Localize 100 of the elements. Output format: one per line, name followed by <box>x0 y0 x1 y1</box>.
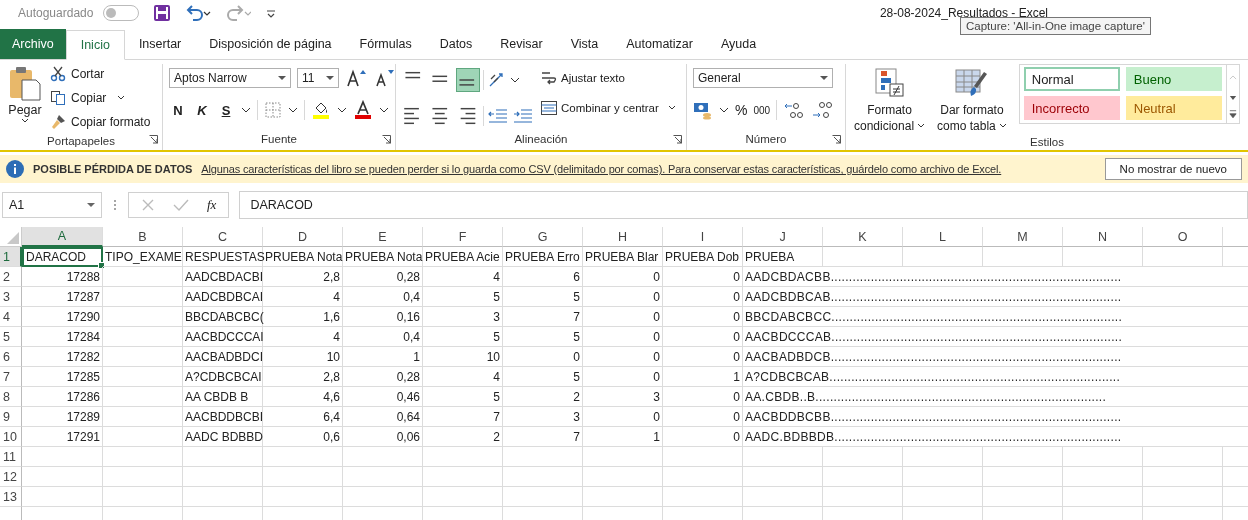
cut-button[interactable]: Cortar <box>50 64 151 84</box>
column-header[interactable]: H <box>583 227 663 247</box>
format-painter-button[interactable]: Copiar formato <box>50 112 151 132</box>
dialog-launcher-icon[interactable] <box>149 135 158 144</box>
dialog-launcher-icon[interactable] <box>382 135 391 144</box>
dialog-launcher-icon[interactable] <box>832 135 841 144</box>
tooltip: Capture: 'All-in-One image capture' <box>960 17 1151 35</box>
column-header[interactable]: J <box>743 227 823 247</box>
bold-button[interactable]: N <box>169 102 187 118</box>
dialog-launcher-icon[interactable] <box>673 135 682 144</box>
merge-cells-icon <box>540 99 558 117</box>
merge-center-button[interactable]: Combinar y centrar <box>540 98 676 118</box>
undo-icon[interactable] <box>185 4 212 22</box>
ribbon-tab[interactable]: Ayuda <box>707 29 771 59</box>
cell-style-option[interactable]: Neutral <box>1125 96 1222 120</box>
table-cell: AADCBDBCAI <box>183 287 263 307</box>
align-icon[interactable] <box>456 68 480 92</box>
checkmark-icon[interactable] <box>173 198 189 212</box>
table-cell: PRUEBA Blar <box>583 247 663 267</box>
number-format-dropdown[interactable]: General <box>693 68 833 88</box>
row-header[interactable]: 6 <box>0 347 22 367</box>
caret-icon[interactable] <box>288 107 298 113</box>
ribbon-tab[interactable]: Inicio <box>65 30 125 60</box>
caret-icon[interactable] <box>719 107 729 113</box>
currency-icon[interactable] <box>693 100 713 120</box>
drag-handle-icon[interactable] <box>112 198 118 212</box>
conditional-format-button[interactable]: Formato condicional <box>852 64 928 134</box>
row-header[interactable]: 7 <box>0 367 22 387</box>
font-name-dropdown[interactable]: Aptos Narrow <box>169 68 291 88</box>
table-cell: 0 <box>663 347 743 367</box>
caret-icon[interactable] <box>337 107 347 113</box>
row-header[interactable]: 4 <box>0 307 22 327</box>
font-size-dropdown[interactable]: 11 <box>297 68 339 88</box>
ribbon-tab[interactable]: Fórmulas <box>345 29 426 59</box>
row-header[interactable]: 13 <box>0 487 22 507</box>
column-header[interactable]: I <box>663 227 743 247</box>
font-color-icon[interactable] <box>353 100 373 120</box>
dismiss-button[interactable]: No mostrar de nuevo <box>1104 158 1242 180</box>
caret-icon[interactable] <box>241 107 251 113</box>
column-header[interactable]: K <box>823 227 903 247</box>
decrease-decimal-icon[interactable] <box>811 100 834 120</box>
table-cell: 0 <box>583 367 663 387</box>
increase-decimal-icon[interactable] <box>783 100 806 120</box>
formula-field[interactable]: DARACOD <box>239 191 1248 219</box>
copy-button[interactable]: Copiar <box>50 88 151 108</box>
table-cell: 5 <box>423 287 503 307</box>
cell-style-option[interactable]: Bueno <box>1125 67 1222 91</box>
ribbon-tab[interactable]: Datos <box>425 29 487 59</box>
row-header[interactable]: 11 <box>0 447 22 467</box>
save-icon[interactable] <box>153 4 172 22</box>
ribbon-tab[interactable]: Insertar <box>124 29 196 59</box>
ribbon-tab[interactable]: Revisar <box>486 29 557 59</box>
italic-button[interactable]: K <box>193 102 211 118</box>
ribbon-tab[interactable]: Archivo <box>0 29 66 59</box>
wrap-text-button[interactable]: Ajustar texto <box>540 68 676 88</box>
underline-button[interactable]: S <box>217 102 235 118</box>
insert-function-button[interactable]: fx <box>207 197 217 213</box>
cell-style-option[interactable]: Normal <box>1023 67 1120 91</box>
table-cell: 0 <box>583 267 663 287</box>
column-header[interactable]: D <box>263 227 343 247</box>
row-header[interactable]: 5 <box>0 327 22 347</box>
column-header[interactable]: F <box>423 227 503 247</box>
thousands-button[interactable]: 000 <box>753 104 771 116</box>
percent-button[interactable]: % <box>735 102 748 118</box>
table-cell: 10 <box>423 347 503 367</box>
table-cell: 17285 <box>22 367 103 387</box>
column-header[interactable]: E <box>343 227 423 247</box>
column-header[interactable]: G <box>503 227 583 247</box>
table-cell: PRUEBA Dob <box>663 247 743 267</box>
column-header[interactable]: M <box>983 227 1063 247</box>
column-header[interactable]: B <box>103 227 183 247</box>
row-header[interactable]: 2 <box>0 267 22 287</box>
row-header[interactable]: 9 <box>0 407 22 427</box>
fill-color-icon[interactable] <box>311 100 331 120</box>
name-box[interactable]: A1 <box>2 192 102 218</box>
table-cell: 0 <box>583 327 663 347</box>
decrease-font-icon[interactable] <box>373 68 395 88</box>
table-cell: 0 <box>663 287 743 307</box>
ribbon-tab[interactable]: Automatizar <box>612 29 707 59</box>
column-header[interactable]: L <box>903 227 983 247</box>
row-header[interactable]: 8 <box>0 387 22 407</box>
info-message-link[interactable]: Algunas características del libro se pueden perder si lo guarda como CSV (delimitado por comas). Para conservar estas características, guárdelo como archivo de Excel. <box>201 163 1002 175</box>
increase-font-icon[interactable] <box>345 68 367 88</box>
row-header[interactable]: 10 <box>0 427 22 447</box>
column-header[interactable]: C <box>183 227 263 247</box>
row-header[interactable]: 1 <box>0 247 22 267</box>
table-cell: AACBDCCCAB................................................................................ <box>743 327 1223 347</box>
caret-icon[interactable] <box>379 107 389 113</box>
format-as-table-button[interactable]: Dar formato como tabla <box>935 64 1009 134</box>
ribbon-tab[interactable]: Vista <box>556 29 613 59</box>
row-header[interactable]: 12 <box>0 467 22 487</box>
column-header[interactable]: O <box>1143 227 1223 247</box>
row-header[interactable]: 3 <box>0 287 22 307</box>
cell-style-option[interactable]: Incorrecto <box>1023 96 1120 120</box>
group-label: Fuente <box>261 133 297 145</box>
column-header[interactable]: N <box>1063 227 1143 247</box>
ribbon-tab[interactable]: Disposición de página <box>195 29 346 59</box>
column-header[interactable]: A <box>22 227 103 247</box>
info-icon <box>6 160 24 178</box>
paste-button[interactable]: Pegar <box>6 64 44 124</box>
